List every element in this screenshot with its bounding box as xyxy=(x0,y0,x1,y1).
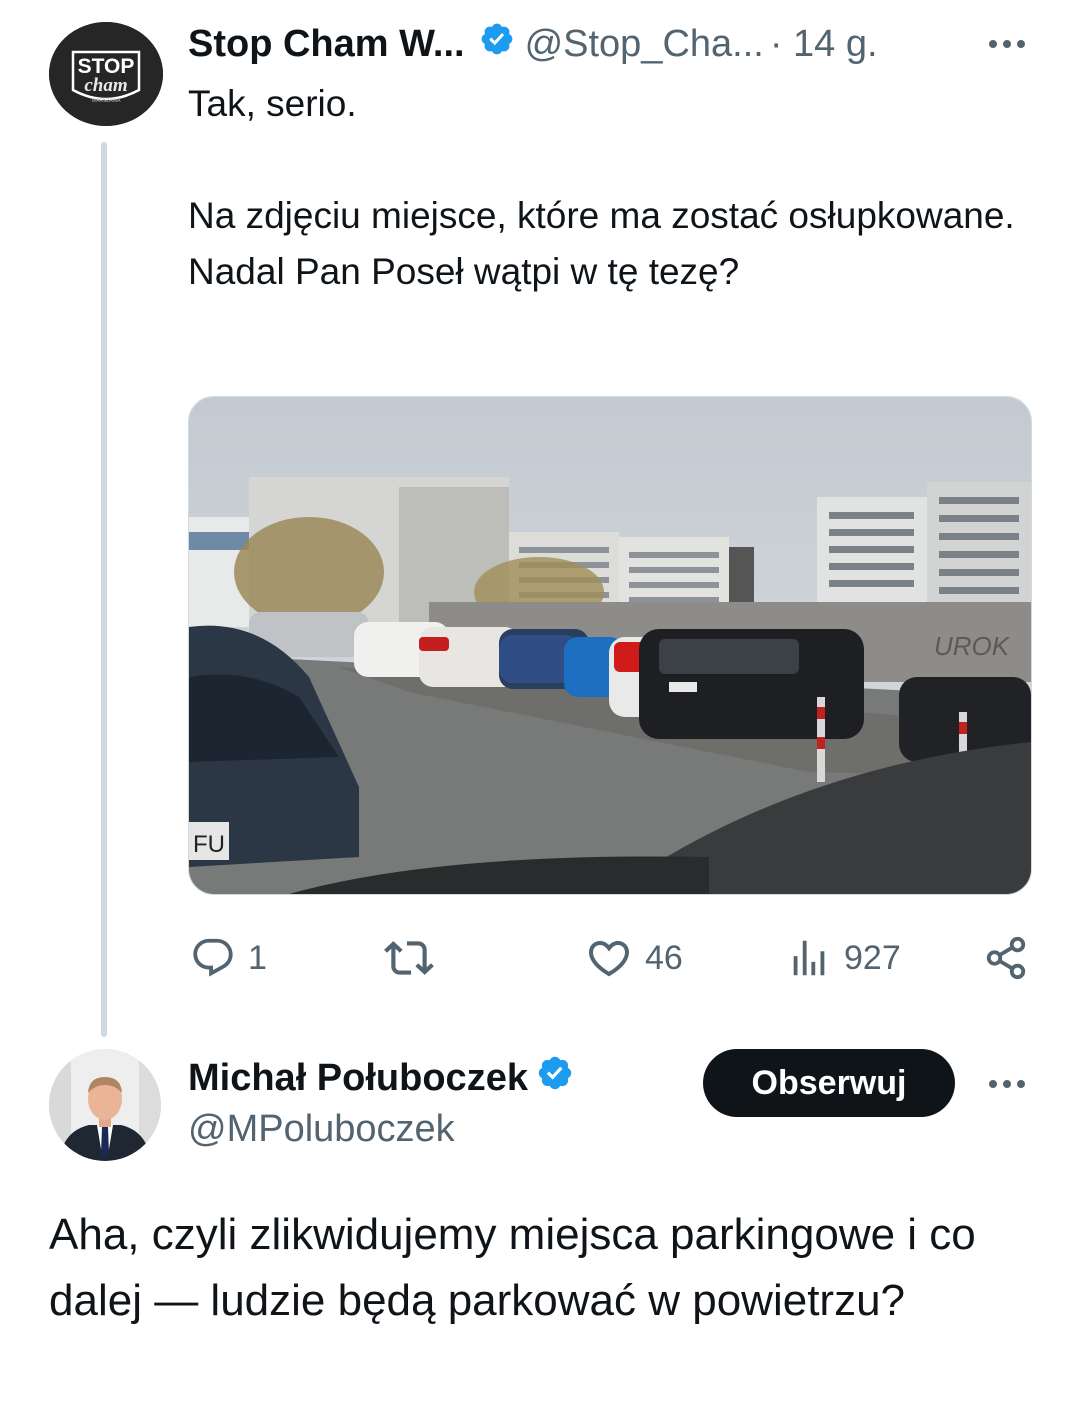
reply-icon xyxy=(190,935,236,981)
retweet-icon xyxy=(384,933,434,983)
photo-plate-text: FU xyxy=(193,831,225,858)
author-name[interactable]: Michał Połuboczek xyxy=(188,1057,528,1100)
photo-graffiti-text: UROK xyxy=(934,631,1011,661)
views-count: 927 xyxy=(844,938,901,977)
verified-badge-icon xyxy=(479,21,515,67)
tweet-text: Aha, czyli zlikwidujemy miejsca parkingo… xyxy=(49,1210,989,1325)
author-handle[interactable]: @MPoluboczek xyxy=(188,1108,455,1151)
author-name[interactable]: Stop Cham W... xyxy=(188,23,465,66)
reply-count: 1 xyxy=(248,938,267,977)
tweet-text: Tak, serio. Na zdjęciu miejsce, które ma… xyxy=(188,83,1015,292)
follow-button[interactable]: Obserwuj xyxy=(703,1049,955,1117)
more-icon[interactable] xyxy=(985,22,1029,66)
author-handle[interactable]: @Stop_Cha... xyxy=(525,23,764,66)
like-button[interactable]: 46 xyxy=(585,930,683,986)
like-icon xyxy=(585,934,633,982)
reply-button[interactable]: 1 xyxy=(190,930,267,986)
tweet-photo[interactable]: UROK FU xyxy=(188,396,1032,895)
tweet-header: Stop Cham W... @Stop_Cha... · 14 g. xyxy=(188,16,1048,72)
author-name-row: Michał Połuboczek xyxy=(188,1052,574,1104)
tweet-time[interactable]: · 14 g. xyxy=(770,23,878,66)
views-button[interactable]: 927 xyxy=(786,930,901,986)
stop-cham-avatar[interactable]: STOP cham WARSZAWA xyxy=(49,22,163,126)
michal-poluboczek-avatar[interactable] xyxy=(49,1049,161,1161)
retweet-button[interactable] xyxy=(384,930,446,986)
views-icon xyxy=(786,935,832,981)
verified-badge-icon xyxy=(536,1054,574,1102)
avatar-logo-bottom-text: cham xyxy=(84,75,127,96)
share-button[interactable] xyxy=(983,930,1029,986)
thread-line xyxy=(101,142,107,1037)
avatar-logo-city-text: WARSZAWA xyxy=(92,98,122,104)
share-icon xyxy=(983,935,1029,981)
like-count: 46 xyxy=(645,938,683,977)
more-icon[interactable] xyxy=(985,1062,1029,1106)
